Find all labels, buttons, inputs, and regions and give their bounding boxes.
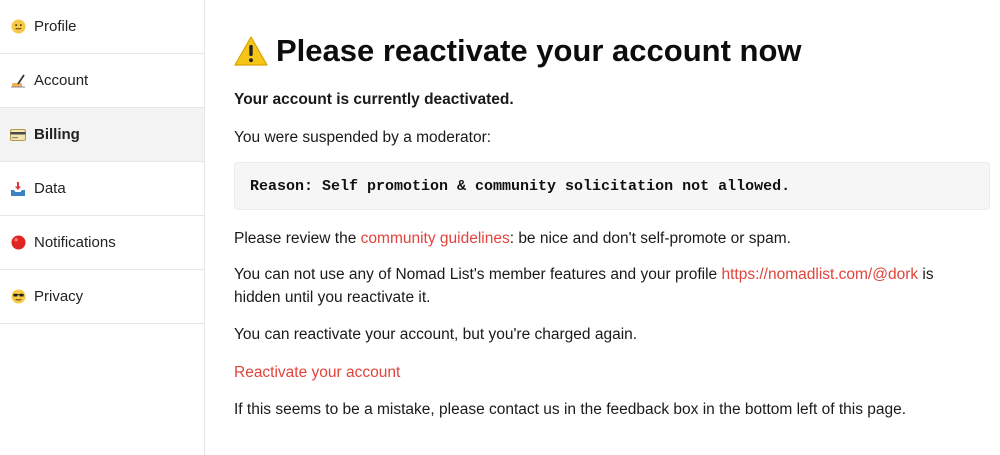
sidebar-item-label: Account xyxy=(34,72,89,89)
suspension-reason: Reason: Self promotion & community solic… xyxy=(234,162,990,210)
inbox-tray-icon xyxy=(10,181,26,197)
sidebar-item-label: Data xyxy=(34,180,66,197)
community-guidelines-link[interactable]: community guidelines xyxy=(361,230,510,247)
sidebar-item-label: Privacy xyxy=(34,288,84,305)
smiley-face-icon xyxy=(10,19,26,35)
charge-note: You can reactivate your account, but you… xyxy=(234,326,638,343)
suspension-reason-text: Reason: Self promotion & community solic… xyxy=(250,177,791,195)
main-content: Please reactivate your account now Your … xyxy=(234,30,994,418)
mistake-note: If this seems to be a mistake, please co… xyxy=(234,401,907,418)
review-guidelines-text: Please review the community guidelines: … xyxy=(234,227,791,250)
red-circle-icon xyxy=(10,235,26,251)
review-suffix: : be nice and don't self-promote or spam… xyxy=(509,230,791,247)
sidebar-item-label: Profile xyxy=(34,18,77,35)
page-title: Please reactivate your account now xyxy=(276,33,802,68)
sidebar-item-profile[interactable]: Profile xyxy=(0,0,204,54)
sidebar-item-label: Billing xyxy=(34,126,80,143)
sidebar-item-label: Notifications xyxy=(34,234,116,251)
features-restriction-text: You can not use any of Nomad List's memb… xyxy=(234,263,974,309)
sunglasses-face-icon xyxy=(10,289,26,305)
sidebar-item-privacy[interactable]: Privacy xyxy=(0,270,204,324)
deactivated-notice: Your account is currently deactivated. xyxy=(234,91,514,108)
sidebar-item-notifications[interactable]: Notifications xyxy=(0,216,204,270)
reactivate-account-link[interactable]: Reactivate your account xyxy=(234,361,400,384)
review-prefix: Please review the xyxy=(234,230,361,247)
features-prefix: You can not use any of Nomad List's memb… xyxy=(234,266,722,283)
sidebar-item-data[interactable]: Data xyxy=(0,162,204,216)
sidebar-item-account[interactable]: Account xyxy=(0,54,204,108)
credit-card-icon xyxy=(10,127,26,143)
warning-icon xyxy=(234,36,268,66)
page-header: Please reactivate your account now xyxy=(234,30,994,72)
settings-sidebar: Profile Account Billing Data Notificatio… xyxy=(0,0,205,455)
writing-hand-icon xyxy=(10,73,26,89)
profile-link[interactable]: https://nomadlist.com/@dork xyxy=(721,266,918,283)
suspended-notice: You were suspended by a moderator: xyxy=(234,129,492,146)
sidebar-item-billing[interactable]: Billing xyxy=(0,108,204,162)
